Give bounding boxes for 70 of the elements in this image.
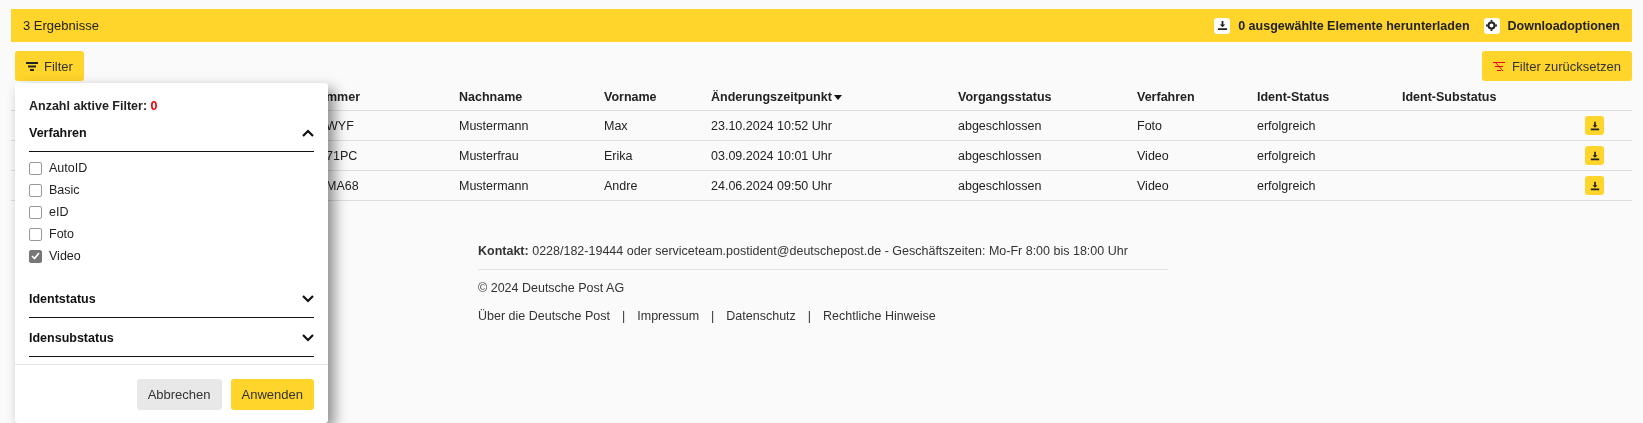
row-download-button[interactable] — [1585, 176, 1604, 195]
download-selected-button[interactable]: 0 ausgewählte Elemente herunterladen — [1214, 17, 1470, 34]
table-cell: erfolgreich — [1257, 148, 1316, 163]
checkbox-label: Foto — [49, 227, 74, 241]
table-cell: abgeschlossen — [958, 148, 1042, 163]
filter-section-header[interactable]: Identstatus — [29, 279, 314, 318]
table-cell: Video — [1137, 178, 1169, 193]
reset-filter-button[interactable]: Filter zurücksetzen — [1481, 51, 1632, 81]
checkbox-label: Video — [49, 249, 81, 263]
filter-reset-icon — [1492, 61, 1506, 71]
cancel-button[interactable]: Abbrechen — [136, 378, 222, 410]
table-cell: Mustermann — [459, 118, 529, 133]
download-options-button[interactable]: Downloadoptionen — [1483, 17, 1620, 34]
filter-icon — [26, 61, 38, 71]
checkbox[interactable] — [29, 205, 42, 219]
table-cell: Mustermann — [459, 178, 529, 193]
settings-icon — [1486, 20, 1497, 31]
footer-link[interactable]: Rechtliche Hinweise — [823, 309, 936, 323]
column-header[interactable]: Nachname — [459, 90, 523, 104]
column-header[interactable]: Ident-Substatus — [1402, 90, 1497, 104]
table-cell: abgeschlossen — [958, 178, 1042, 193]
footer-link[interactable]: Datenschutz — [726, 309, 796, 323]
footer-link[interactable]: Über die Deutsche Post — [478, 309, 610, 323]
chevron-up-icon — [302, 129, 314, 137]
link-separator: | — [807, 309, 812, 323]
checkbox[interactable] — [29, 183, 42, 197]
table-cell: erfolgreich — [1257, 118, 1316, 133]
table-cell: Foto — [1137, 118, 1162, 133]
checkbox-label: Basic — [49, 183, 80, 197]
table-cell: 71PC — [326, 148, 358, 163]
column-header[interactable]: Vorname — [604, 90, 657, 104]
checkbox-label: eID — [49, 205, 69, 219]
column-header[interactable]: Verfahren — [1137, 90, 1195, 104]
checkbox[interactable] — [29, 161, 42, 175]
link-separator: | — [622, 309, 626, 323]
table-cell: 23.10.2024 10:52 Uhr — [711, 118, 832, 133]
link-separator: | — [711, 309, 715, 323]
checkbox-label: AutoID — [49, 161, 88, 175]
table-cell: Musterfrau — [459, 148, 519, 163]
chevron-down-icon — [302, 295, 314, 303]
results-count: 3 Ergebnisse — [23, 18, 99, 33]
chevron-down-icon — [302, 334, 314, 342]
footer-link[interactable]: Impressum — [637, 309, 700, 323]
active-filter-count: Anzahl aktive Filter: 0 — [29, 99, 159, 113]
sort-descending-icon — [833, 94, 842, 100]
table-cell: Andre — [604, 178, 638, 193]
download-icon — [1589, 120, 1600, 131]
table-cell: erfolgreich — [1257, 178, 1316, 193]
table-cell: 03.09.2024 10:01 Uhr — [711, 148, 832, 163]
table-cell: Max — [604, 118, 628, 133]
filter-section-header[interactable]: Idensubstatus — [29, 318, 314, 357]
download-icon — [1216, 20, 1228, 31]
table-cell: Video — [1137, 148, 1169, 163]
table-cell: abgeschlossen — [958, 118, 1042, 133]
column-header[interactable]: Ident-Status — [1257, 90, 1330, 104]
contact-info: Kontakt: 0228/182-19444 oder serviceteam.postident@deutschepost.de - Geschäftszeiten: Mo-Fr 8:00 bis 18:00 Uhr — [478, 244, 1168, 270]
table-cell: Erika — [604, 148, 633, 163]
checkbox[interactable] — [29, 249, 42, 263]
row-download-button[interactable] — [1585, 116, 1604, 135]
copyright: © 2024 Deutsche Post AG — [478, 281, 626, 295]
table-cell: 24.06.2024 09:50 Uhr — [711, 178, 832, 193]
column-header[interactable]: Änderungszeitpunkt — [711, 90, 842, 104]
filter-button[interactable]: Filter — [15, 51, 84, 81]
apply-button[interactable]: Anwenden — [230, 378, 314, 410]
row-download-button[interactable] — [1585, 146, 1604, 165]
download-icon — [1589, 180, 1600, 191]
column-header[interactable]: Vorgangsstatus — [958, 90, 1052, 104]
filter-section-header[interactable]: Verfahren — [29, 113, 314, 152]
download-icon — [1589, 150, 1600, 161]
checkbox[interactable] — [29, 227, 42, 241]
